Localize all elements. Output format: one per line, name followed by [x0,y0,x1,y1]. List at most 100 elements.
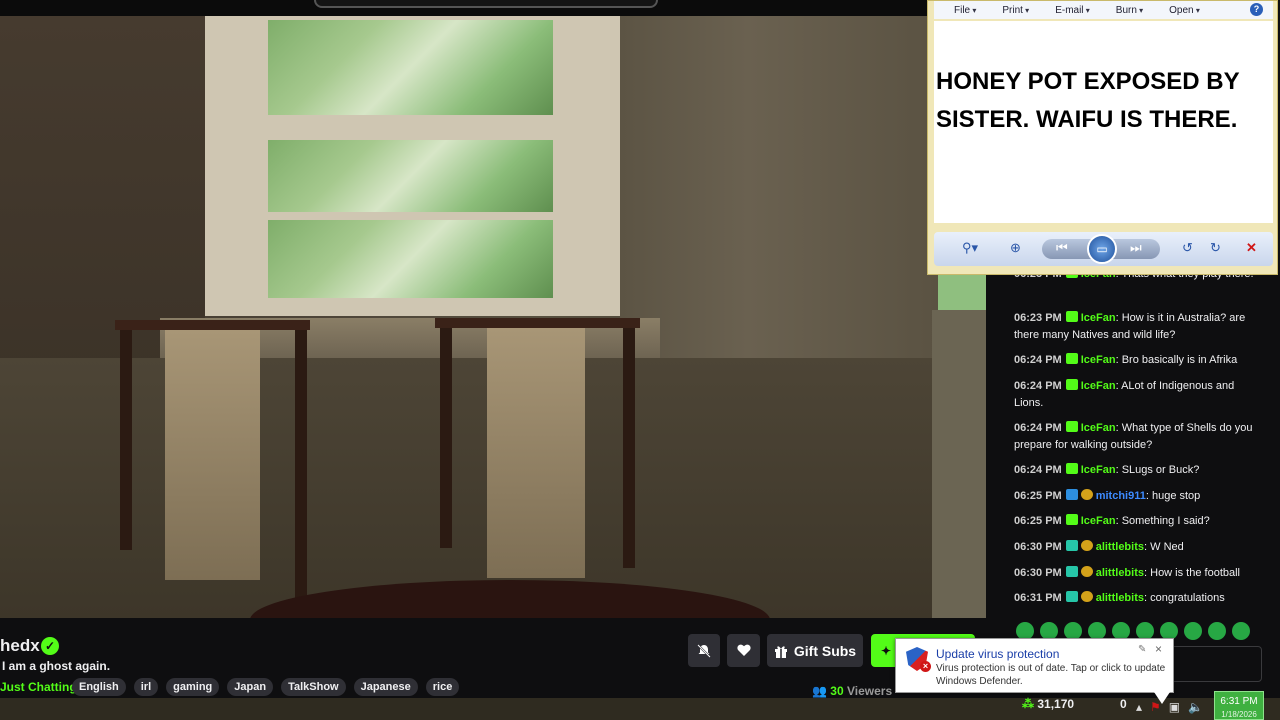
notification-bell-button[interactable] [688,634,720,667]
clock-date: 1/18/2026 [1221,710,1257,719]
chat-text: How is the football [1150,567,1241,579]
tag[interactable]: TalkShow [281,678,346,696]
chat-username[interactable]: IceFan [1081,464,1116,476]
emote-icon[interactable] [1184,622,1202,640]
chat-username[interactable]: IceFan [1081,422,1116,434]
viewers-number: 30 [830,684,844,698]
menu-email[interactable]: E-mail [1055,5,1090,16]
category-link[interactable]: Just Chatting [0,680,77,694]
chat-username[interactable]: alittlebits [1096,592,1144,604]
chat-username[interactable]: mitchi911 [1096,490,1146,502]
viewers-icon: 👥 [812,684,827,698]
kicks-balance: ⁂ 31,170 [1022,697,1074,711]
sub-badge-icon [1065,311,1078,322]
rotate-right-icon[interactable]: ↻ [1210,240,1221,258]
tag[interactable]: English [72,678,126,696]
menu-burn[interactable]: Burn [1116,5,1143,16]
emote-icon[interactable] [1232,622,1250,640]
clock-time: 6:31 PM [1220,696,1258,707]
chat-message: 06:30 PM alittlebits: How is the football [1014,565,1264,582]
stream-title: I am a ghost again. [2,659,111,673]
chat-timestamp: 06:24 PM [1014,354,1062,366]
tray-arrow-icon[interactable]: ▴ [1136,700,1142,714]
chat-message: 06:25 PM IceFan: Something I said? [1014,513,1264,530]
notification-body: Virus protection is out of date. Tap or … [936,663,1166,687]
menu-print[interactable]: Print [1002,5,1029,16]
sub-badge-icon [1065,379,1078,390]
close-icon[interactable]: × [1155,642,1162,656]
chat-text: Bro basically is in Afrika [1121,354,1238,366]
scene-window-pane [268,20,553,115]
chat-message: 06:24 PM IceFan: What type of Shells do y… [1014,420,1264,454]
chat-text: W Ned [1150,541,1184,553]
chat-username[interactable]: IceFan [1081,354,1116,366]
chat-message: 06:31 PM alittlebits: congratulations [1014,590,1264,607]
chat-message: 06:23 PM IceFan: How is it in Australia? … [1014,310,1264,344]
scene-chair-right [435,318,640,608]
scene-side-window [938,270,986,310]
chat-username[interactable]: IceFan [1081,312,1116,324]
network-icon[interactable]: ▣ [1169,700,1180,714]
chat-timestamp: 06:30 PM [1014,541,1062,553]
chat-text: SLugs or Buck? [1121,464,1200,476]
chat-username[interactable]: alittlebits [1096,541,1144,553]
chat-text: huge stop [1151,490,1201,502]
channel-name[interactable]: hedx [0,636,40,656]
chat-text: congratulations [1150,592,1225,604]
follow-heart-button[interactable] [727,634,760,667]
next-icon[interactable]: ⏭ [1130,240,1142,258]
sub-badge-icon [1065,463,1078,474]
bolt-badge-icon [1065,489,1078,500]
gift-badge-icon [1080,566,1093,577]
chat-timestamp: 06:30 PM [1014,567,1062,579]
gift-subs-label: Gift Subs [793,642,857,659]
chat-username[interactable]: IceFan [1081,380,1116,392]
help-icon[interactable]: ? [1250,3,1263,16]
chat-message: 06:24 PM IceFan: Bro basically is in Afri… [1014,352,1264,369]
chat-timestamp: 06:25 PM [1014,490,1062,502]
video-player[interactable] [0,0,986,618]
gift-badge-icon [1080,540,1093,551]
verified-check-icon: ✓ [41,637,59,655]
sub-badge-icon [1065,353,1078,364]
pin-icon[interactable]: ✎ [1138,644,1146,655]
og-badge-icon [1065,540,1078,551]
tag[interactable]: Japanese [353,678,418,696]
zoom-icon[interactable]: ⚲▾ [962,240,978,258]
kicks-count: 31,170 [1037,697,1075,711]
taskbar [0,698,1280,720]
actual-size-icon[interactable]: ⊕ [1010,240,1021,258]
emote-icon[interactable] [1208,622,1226,640]
previous-icon[interactable]: ⏮ [1056,240,1068,258]
menu-open[interactable]: Open [1169,5,1200,16]
gift-subs-button[interactable]: Gift Subs [767,634,863,667]
gift-badge-icon [1080,489,1093,500]
sub-badge-icon [1065,421,1078,432]
scene-side-wall [932,310,986,618]
tag[interactable]: gaming [166,678,220,696]
tag[interactable]: irl [133,678,159,696]
viewer-image-caption: HONEY POT EXPOSED BY SISTER. WAIFU IS TH… [936,68,1240,133]
gift-badge-icon [1080,591,1093,602]
chat-username[interactable]: IceFan [1081,515,1116,527]
scene-window-pane [268,220,553,298]
chat-message: 06:25 PM mitchi911: huge stop [1014,488,1264,505]
slideshow-button[interactable]: ▭ [1087,234,1117,264]
viewers-label: Viewers [847,684,893,698]
rotate-left-icon[interactable]: ↺ [1182,240,1193,258]
photo-viewer-window[interactable]: File Print E-mail Burn Open ? HONEY POT … [927,0,1278,275]
video-top-bar [0,0,986,16]
gift-icon [774,645,787,658]
kicks-icon: ⁂ [1022,697,1034,711]
menu-file[interactable]: File [954,5,976,16]
tag[interactable]: rice [425,678,460,696]
tag[interactable]: Japan [227,678,274,696]
scene-window-pane [268,140,553,212]
volume-icon[interactable]: 🔈 [1188,700,1203,714]
taskbar-clock[interactable]: 6:31 PM 1/18/2026 [1214,691,1264,720]
chat-username[interactable]: alittlebits [1096,567,1144,579]
delete-icon[interactable]: ✕ [1246,240,1257,258]
defender-notification[interactable]: × Update virus protection Virus protecti… [895,638,1174,704]
chat-timestamp: 06:24 PM [1014,464,1062,476]
scene-chair-left [115,320,310,610]
